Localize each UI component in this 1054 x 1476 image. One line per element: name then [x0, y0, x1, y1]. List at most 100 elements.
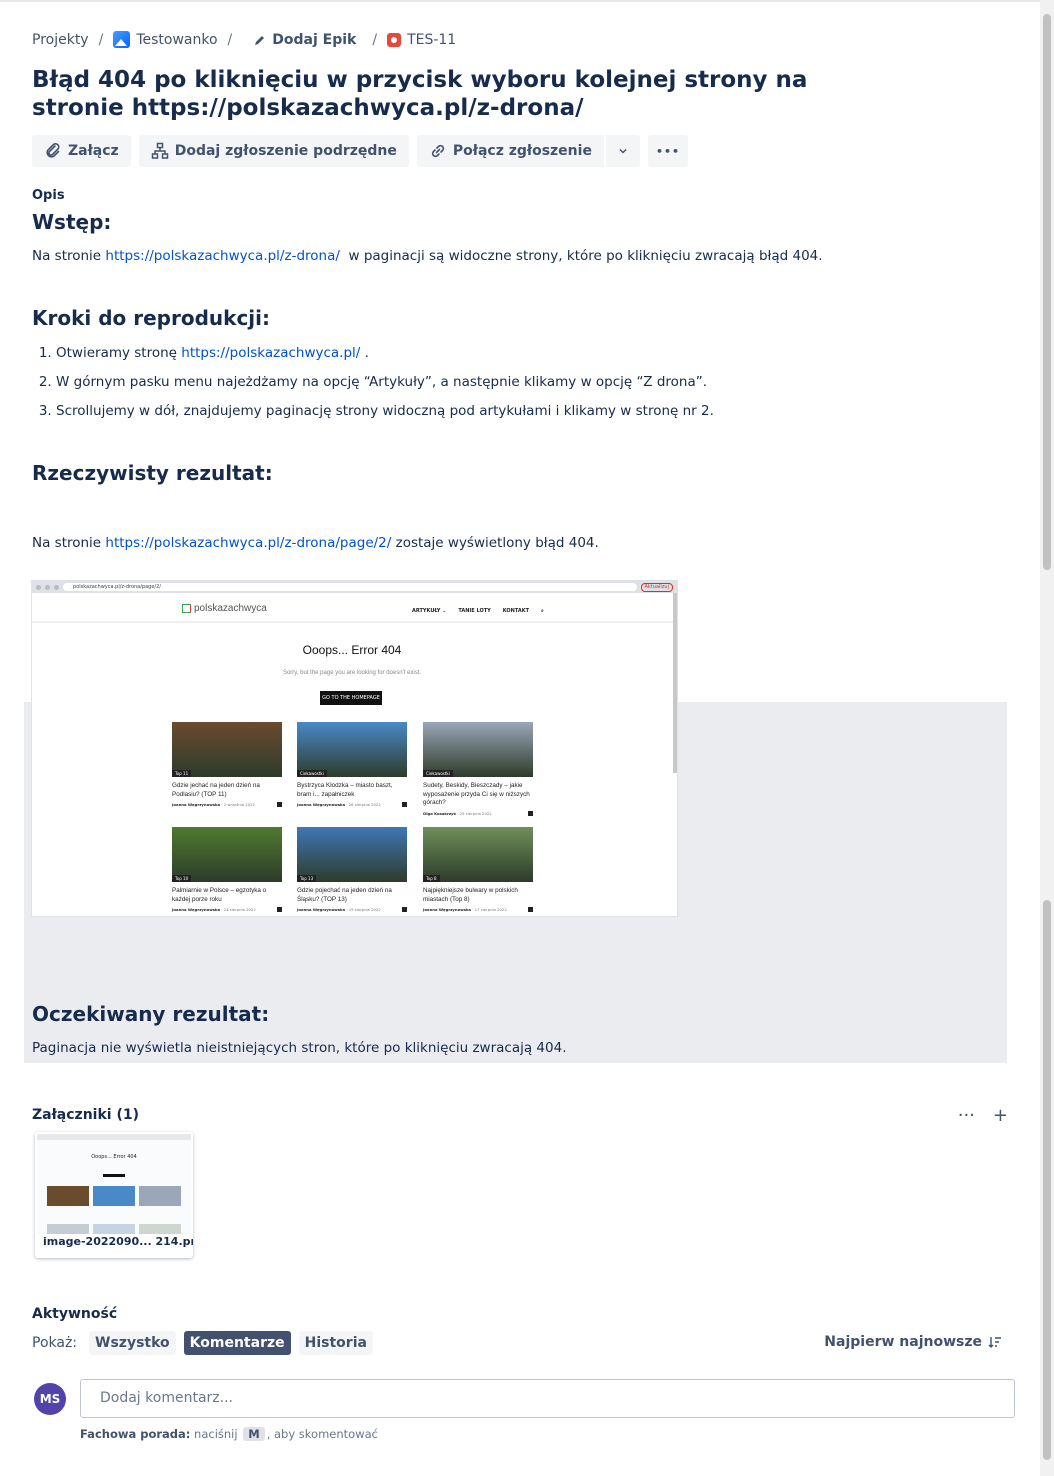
- breadcrumb-projects[interactable]: Projekty: [32, 32, 89, 48]
- actual-text-pre: Na stronie: [32, 535, 106, 551]
- actual-result-heading: Rzeczywisty rezultat:: [32, 461, 273, 485]
- article-card: Ciekawostki Bystrzyca Kłodzka – miasto ba…: [297, 722, 407, 807]
- article-image: Top 10: [172, 827, 282, 882]
- add-child-issue-button[interactable]: Dodaj zgłoszenie podrzędne: [138, 135, 409, 167]
- article-card: Ciekawostki Sudety, Beskidy, Bieszczady –…: [423, 722, 533, 816]
- article-card: Top 13 Gdzie pojechać na jeden dzień na Ś…: [297, 827, 407, 912]
- avatar[interactable]: MS: [34, 1383, 66, 1415]
- project-avatar-icon: [113, 31, 131, 48]
- bookmark-icon: [277, 907, 282, 912]
- filter-all[interactable]: Wszystko: [89, 1331, 176, 1355]
- link-issue-dropdown[interactable]: [605, 135, 640, 167]
- attachments-add-icon[interactable]: +: [993, 1105, 1008, 1126]
- update-badge: Aktualizuj: [640, 582, 673, 592]
- article-card: Top 8 Najpiękniejsze bulwary w polskich m…: [423, 827, 533, 912]
- attachment-thumbnail[interactable]: Ooops... Error 404 image-2022090... 214.…: [35, 1132, 193, 1258]
- step-text: Scrollujemy w dół, znajdujemy paginację …: [56, 403, 714, 419]
- article-date: 17 sierpnia 2022: [474, 907, 507, 912]
- scrollbar-thumb[interactable]: [1043, 14, 1051, 570]
- link-issue-button[interactable]: Połącz zgłoszenie: [416, 135, 604, 167]
- expected-result-paragraph: Paginacja nie wyświetla nieistniejących …: [32, 1040, 567, 1056]
- article-meta: Olga Kosakrzyk · 25 sierpnia 2022: [423, 810, 533, 816]
- actual-link[interactable]: https://polskazachwyca.pl/z-drona/page/2…: [105, 535, 391, 551]
- site-search-icon: ⌕: [541, 608, 544, 614]
- article-card: Top 10 Palmiarnie w Polsce – egzotyka o k…: [172, 827, 282, 912]
- site-menu-item: ARTYKUŁY ⌄: [412, 608, 447, 614]
- breadcrumb-separator: /: [98, 31, 104, 48]
- comment-input[interactable]: Dodaj komentarz...: [80, 1379, 1015, 1418]
- expected-result-heading: Oczekiwany rezultat:: [32, 1002, 270, 1026]
- article-image: Top 11: [172, 722, 282, 777]
- pro-tip-label: Fachowa porada:: [80, 1427, 191, 1441]
- breadcrumb-project[interactable]: Testowanko: [113, 31, 218, 48]
- article-card: Top 11 Gdzie jechać na jeden dzień na Pod…: [172, 722, 282, 807]
- site-menu-item: KONTAKT: [502, 608, 530, 614]
- error-subtitle: Sorry, but the page you are looking for …: [282, 670, 422, 676]
- bug-icon: [387, 32, 402, 47]
- top-border: [0, 0, 1040, 2]
- attachments-actions: ··· +: [958, 1105, 1008, 1126]
- breadcrumb-epic-label: Dodaj Epik: [272, 31, 357, 48]
- actual-result-paragraph: Na stronie https://polskazachwyca.pl/z-d…: [32, 535, 599, 551]
- article-title: Sudety, Beskidy, Bieszczady – jakie wypo…: [423, 782, 530, 806]
- attachments-heading: Załączniki (1): [32, 1107, 139, 1123]
- more-actions-button[interactable]: •••: [647, 135, 689, 167]
- chevron-down-icon: [619, 148, 627, 154]
- site-menu-item: TANIE LOTY: [458, 608, 491, 614]
- attach-button[interactable]: Załącz: [32, 135, 131, 167]
- article-author: Joanna Węgrzynowska: [423, 907, 472, 912]
- breadcrumb: Projekty / Testowanko / Dodaj Epik / TES…: [32, 31, 456, 48]
- pro-tip-text-post: , aby skomentować: [266, 1427, 378, 1441]
- sort-icon: [988, 1337, 1001, 1348]
- intro-link[interactable]: https://polskazachwyca.pl/z-drona/: [105, 248, 340, 264]
- article-title: Najpiękniejsze bulwary w polskich miasta…: [423, 887, 518, 903]
- breadcrumb-separator: /: [227, 31, 233, 48]
- paperclip-icon: [46, 143, 60, 158]
- article-author: Joanna Węgrzynowska: [297, 907, 346, 912]
- article-tag: Top 10: [172, 875, 192, 882]
- step-link[interactable]: https://polskazachwyca.pl/: [181, 345, 360, 361]
- breadcrumb-separator: /: [372, 31, 378, 48]
- scrollbar-thumb[interactable]: [1043, 900, 1051, 1460]
- logo-icon: [182, 604, 191, 613]
- article-tag: Top 13: [297, 875, 317, 882]
- embedded-screenshot[interactable]: polskazachwyca.pl/z-drona/page/2/ Aktual…: [32, 581, 677, 916]
- bookmark-icon: [402, 802, 407, 807]
- article-image: Top 8: [423, 827, 533, 882]
- article-image: Top 13: [297, 827, 407, 882]
- article-meta: Joanna Węgrzynowska · 28 sierpnia 2022: [297, 802, 407, 807]
- attachments-more-icon[interactable]: ···: [958, 1105, 975, 1126]
- sort-label: Najpierw najnowsze: [824, 1334, 982, 1350]
- error-title: Ooops... Error 404: [302, 643, 402, 657]
- list-item: W górnym pasku menu najeżdżamy na opcję …: [56, 372, 714, 401]
- hierarchy-icon: [151, 142, 168, 159]
- issue-title[interactable]: Błąd 404 po kliknięciu w przycisk wyboru…: [32, 66, 812, 122]
- step-text: Otwieramy stronę: [56, 345, 182, 361]
- sort-order-button[interactable]: Najpierw najnowsze: [824, 1334, 1002, 1350]
- back-icon: [36, 584, 41, 590]
- site-menu: ARTYKUŁY ⌄ TANIE LOTY KONTAKT ⌕: [412, 608, 544, 614]
- site-logo-text: polskazachwyca: [194, 603, 267, 614]
- filter-history[interactable]: Historia: [298, 1331, 373, 1355]
- article-author: Joanna Węgrzynowska: [297, 802, 346, 807]
- intro-heading: Wstęp:: [32, 210, 112, 234]
- pro-tip: Fachowa porada: naciśnij M, aby skomento…: [80, 1427, 378, 1441]
- article-title: Bystrzyca Kłodzka – miasto baszt, bram i…: [297, 782, 393, 798]
- bookmark-icon: [528, 907, 533, 912]
- breadcrumb-issue-key[interactable]: TES-11: [387, 32, 456, 48]
- page-scrollbar[interactable]: [1040, 0, 1054, 1476]
- article-image: Ciekawostki: [423, 722, 533, 777]
- forward-icon: [45, 584, 50, 590]
- add-child-label: Dodaj zgłoszenie podrzędne: [174, 143, 397, 159]
- article-title: Palmiarnie w Polsce – egzotyka o każdej …: [172, 887, 267, 903]
- breadcrumb-add-epic[interactable]: Dodaj Epik: [254, 32, 356, 48]
- pencil-icon: [255, 35, 265, 45]
- filter-comments[interactable]: Komentarze: [183, 1331, 291, 1355]
- link-issue-label: Połącz zgłoszenie: [452, 143, 592, 159]
- activity-heading: Aktywność: [32, 1306, 118, 1322]
- article-title: Gdzie pojechać na jeden dzień na Śląsku?…: [297, 887, 392, 903]
- keyboard-key: M: [243, 1427, 265, 1441]
- attachment-file-name: image-2022090... 214.png: [43, 1235, 193, 1248]
- article-tag: Top 11: [172, 770, 192, 777]
- attachment-preview: Ooops... Error 404: [37, 1134, 191, 1234]
